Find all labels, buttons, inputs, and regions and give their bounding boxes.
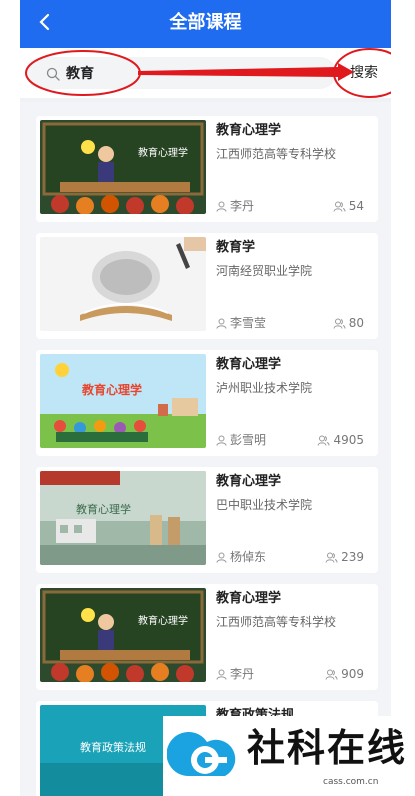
- course-title: 教育心理学: [216, 474, 282, 489]
- teacher-name: 杨倬东: [230, 550, 267, 564]
- course-thumbnail: 教育心理学: [40, 354, 206, 448]
- search-query: 教育: [66, 66, 94, 82]
- course-thumbnail: [40, 237, 206, 331]
- header-bar: 全部课程: [20, 0, 391, 48]
- users-icon: [333, 201, 346, 212]
- course-teacher: 李雪莹: [216, 315, 266, 331]
- teacher-name: 李雪莹: [230, 316, 267, 330]
- course-card[interactable]: 教育心理学 教育心理学 泸州职业技术学院 彭雪明 4905: [36, 350, 378, 456]
- classroom-illustration: 教育心理学: [40, 588, 206, 682]
- classroom-illustration: 教育心理学: [40, 120, 206, 214]
- search-input[interactable]: 教育: [26, 57, 336, 89]
- course-school: 河南经贸职业学院: [216, 264, 313, 278]
- board-text: 教育心理学: [138, 146, 188, 159]
- cloud-logo-icon: [167, 732, 236, 777]
- course-title: 教育心理学: [216, 591, 282, 606]
- page-title: 全部课程: [169, 12, 242, 33]
- users-icon: [333, 318, 346, 329]
- course-teacher: 李丹: [216, 666, 254, 682]
- course-title: 教育学: [216, 240, 256, 255]
- teacher-name: 彭雪明: [230, 433, 267, 447]
- student-count: 239: [325, 549, 364, 565]
- board-text: 教育心理学: [138, 614, 188, 627]
- student-count: 54: [333, 198, 364, 214]
- book-illustration: [40, 237, 206, 331]
- user-icon: [216, 552, 227, 563]
- student-count: 80: [333, 315, 364, 331]
- watermark-text: 社科在线: [247, 726, 408, 770]
- course-thumbnail: 教育心理学: [40, 120, 206, 214]
- count-value: 80: [348, 316, 364, 330]
- course-teacher: 李丹: [216, 198, 254, 214]
- course-card[interactable]: 教育心理学 教育心理学 江西师范高等专科学校 李丹: [36, 584, 378, 690]
- course-thumbnail: 教育心理学: [40, 471, 206, 565]
- course-title: 教育心理学: [216, 123, 282, 138]
- course-card[interactable]: 教育学 河南经贸职业学院 李雪莹 80: [36, 233, 378, 339]
- watermark-url: cass.com.cn: [323, 777, 379, 787]
- count-value: 4905: [333, 433, 364, 447]
- search-icon: [46, 67, 60, 81]
- student-count: 4905: [317, 432, 364, 448]
- teacher-name: 李丹: [230, 199, 255, 213]
- users-icon: [325, 669, 338, 680]
- count-value: 54: [348, 199, 364, 213]
- users-icon: [325, 552, 338, 563]
- user-icon: [216, 201, 227, 212]
- course-school: 巴中职业技术学院: [216, 498, 313, 512]
- course-school: 江西师范高等专科学校: [216, 147, 337, 161]
- course-teacher: 杨倬东: [216, 549, 266, 565]
- watermark-logo: 社科在线 cass.com.cn: [163, 716, 415, 796]
- course-school: 江西师范高等专科学校: [216, 615, 337, 629]
- campus-illustration: 教育心理学: [40, 354, 206, 448]
- course-school: 泸州职业技术学院: [216, 381, 313, 395]
- student-count: 909: [325, 666, 364, 682]
- search-button[interactable]: 搜索: [350, 64, 378, 82]
- course-card[interactable]: 教育心理学 教育心理学 巴中职业技术学院 杨倬东 239: [36, 467, 378, 573]
- user-icon: [216, 669, 227, 680]
- school-photo-illustration: 教育心理学: [40, 471, 206, 565]
- course-teacher: 彭雪明: [216, 432, 266, 448]
- course-title: 教育心理学: [216, 357, 282, 372]
- count-value: 909: [341, 667, 364, 681]
- count-value: 239: [341, 550, 364, 564]
- cover-title: 教育心理学: [81, 382, 142, 397]
- app-screen: 全部课程 教育 搜索 教育心理学 教育心理学 江西师范高等专科学校 李丹 54 …: [20, 0, 391, 796]
- search-bar: 教育 搜索: [20, 48, 391, 98]
- user-icon: [216, 318, 227, 329]
- course-card[interactable]: 教育心理学 教育心理学 江西师范高等专科学校 李丹: [36, 116, 378, 222]
- teacher-name: 李丹: [230, 667, 255, 681]
- cover-title: 教育政策法规: [80, 740, 146, 754]
- cover-title: 教育心理学: [76, 502, 131, 516]
- course-thumbnail: 教育心理学: [40, 588, 206, 682]
- users-icon: [317, 435, 330, 446]
- course-list: 教育心理学 教育心理学 江西师范高等专科学校 李丹 54 教育学 河南经贸职业学…: [20, 102, 391, 796]
- user-icon: [216, 435, 227, 446]
